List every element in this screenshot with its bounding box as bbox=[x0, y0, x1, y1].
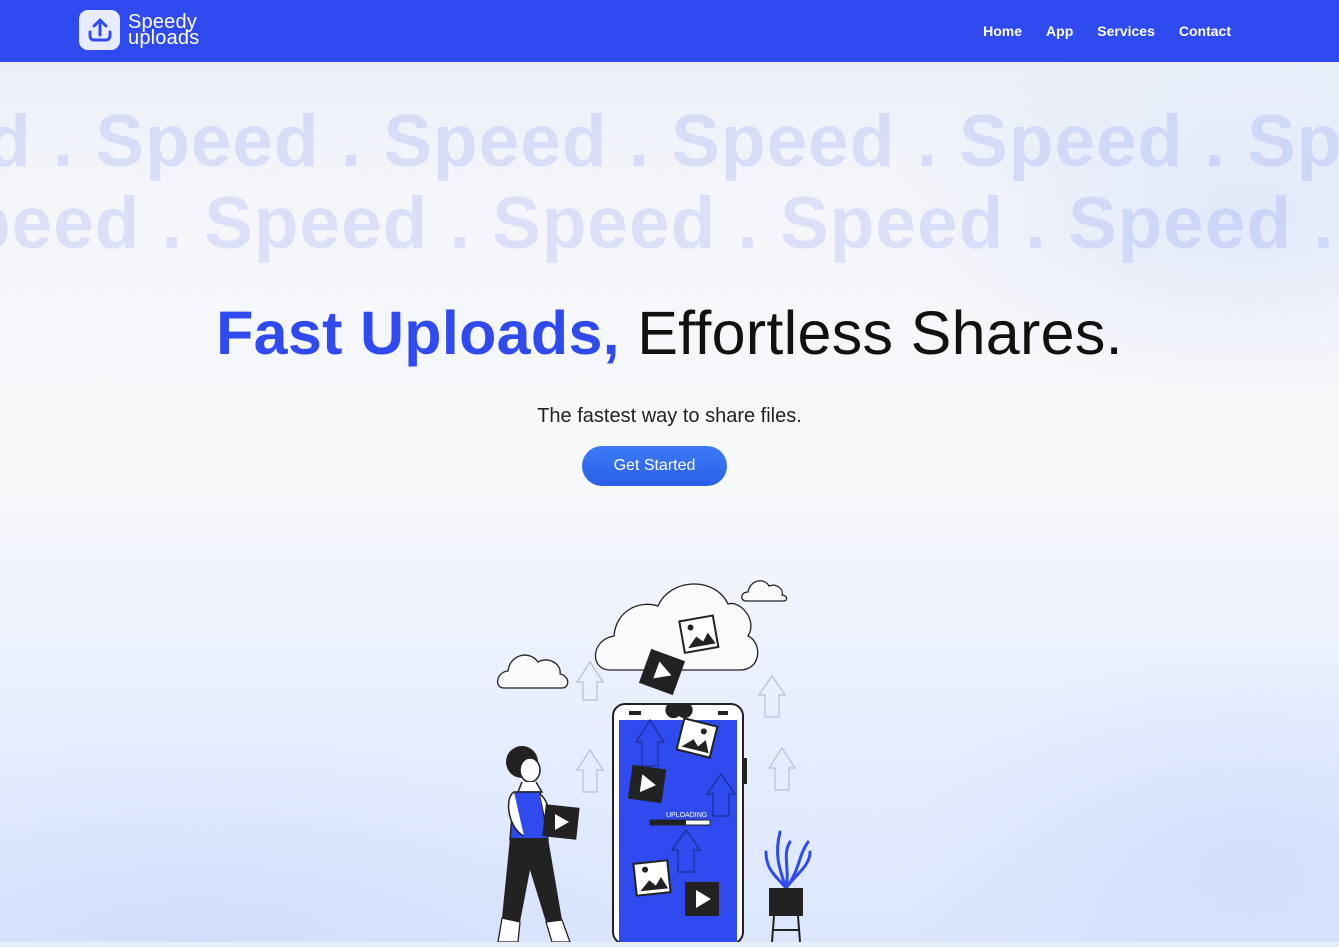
brand-logo[interactable]: Speedy uploads bbox=[79, 10, 199, 50]
marquee-text-2: peed . Speed . Speed . Speed . Speed . S… bbox=[0, 183, 1339, 264]
brand-name-line2: uploads bbox=[128, 26, 200, 49]
nav-app[interactable]: App bbox=[1046, 23, 1073, 39]
hero-subtitle: The fastest way to share files. bbox=[537, 405, 802, 427]
nav-contact[interactable]: Contact bbox=[1179, 23, 1231, 39]
nav-services[interactable]: Services bbox=[1097, 23, 1155, 39]
background-marquee-row-2: peed . Speed . Speed . Speed . Speed . S… bbox=[0, 182, 1339, 265]
hero-headline: Fast Uploads, Effortless Shares. bbox=[0, 300, 1339, 366]
navbar: Speedy uploads Home App Services Contact bbox=[0, 0, 1339, 62]
background-marquee-row-1: d . Speed . Speed . Speed . Speed . Spee… bbox=[0, 100, 1339, 183]
phone-status: UPLOADING bbox=[666, 812, 707, 819]
marquee-text-1: d . Speed . Speed . Speed . Speed . Spee… bbox=[0, 101, 1339, 182]
nav-home[interactable]: Home bbox=[983, 23, 1022, 39]
headline-rest: Effortless Shares. bbox=[637, 299, 1123, 367]
brand-name: Speedy uploads bbox=[128, 12, 200, 49]
get-started-button[interactable]: Get Started bbox=[582, 446, 727, 486]
phone-upload-illustration: UPLOADING bbox=[490, 570, 820, 945]
headline-accent: Fast Uploads, bbox=[216, 299, 620, 367]
upload-arrow-icon bbox=[79, 10, 120, 50]
main-nav: Home App Services Contact bbox=[959, 0, 1231, 62]
